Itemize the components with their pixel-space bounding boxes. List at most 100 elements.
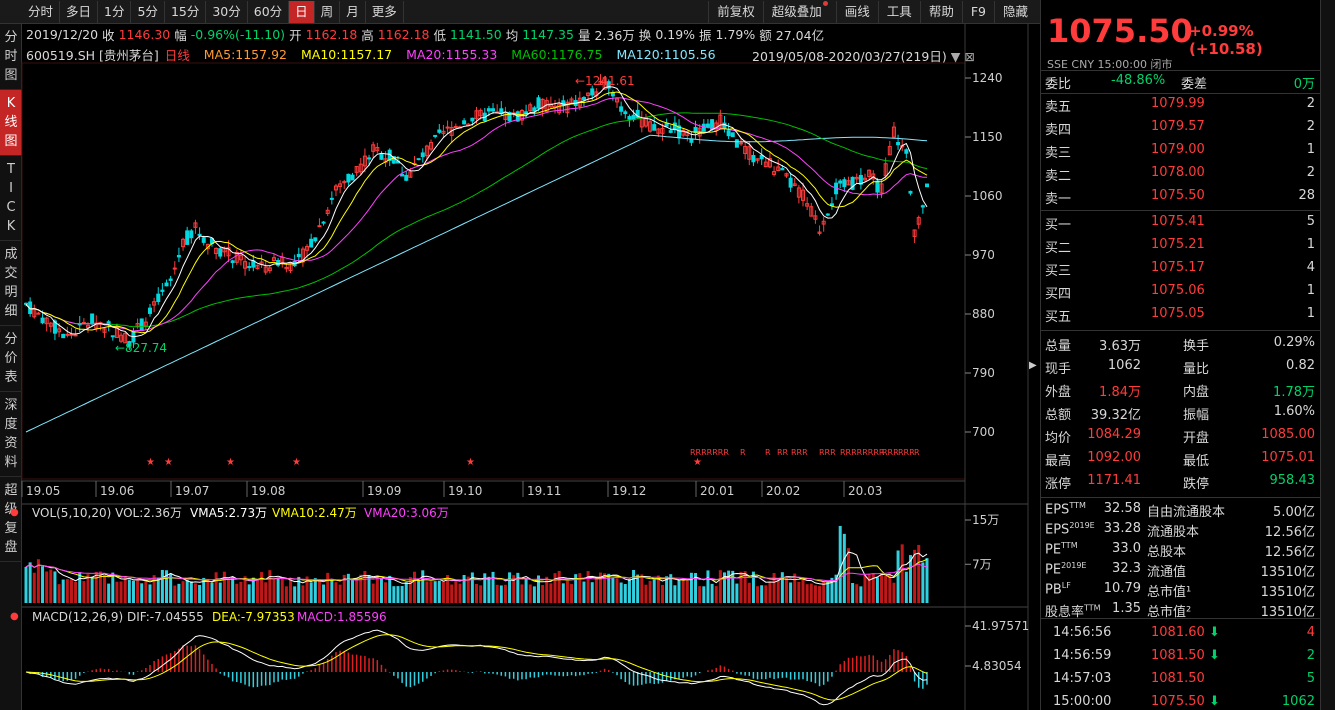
dif-line — [25, 629, 928, 706]
candle-body — [313, 237, 318, 242]
candle-body — [590, 88, 595, 96]
volume-bar — [222, 571, 226, 603]
candle-body — [329, 197, 334, 200]
collapse-panel-icon[interactable]: ▶ — [1029, 360, 1039, 378]
candle-body — [218, 248, 223, 257]
candle-body — [838, 180, 843, 184]
volume-bar — [619, 582, 623, 603]
time-axis-label: 20.02 — [766, 484, 800, 498]
volume-bar — [896, 550, 900, 603]
volume-bar — [735, 583, 739, 603]
volume-bar — [107, 583, 111, 603]
volume-bar — [921, 562, 925, 603]
volume-bar — [334, 582, 338, 603]
candle-body — [491, 108, 496, 112]
price-axis-label: 700 — [972, 425, 995, 439]
volume-bar — [867, 573, 871, 603]
volume-bar — [65, 579, 69, 603]
volume-bar — [181, 581, 185, 603]
volume-bar — [681, 579, 685, 603]
volume-bar — [268, 570, 272, 603]
volume-bar — [24, 566, 28, 603]
volume-bar — [458, 583, 462, 603]
candle-body — [185, 230, 190, 245]
candle-body — [317, 225, 322, 228]
candle-body — [296, 253, 301, 258]
candle-body — [759, 154, 764, 160]
volume-bar — [231, 576, 235, 603]
candle-body — [532, 107, 537, 112]
volume-bar — [322, 584, 326, 603]
volume-bar — [413, 571, 417, 603]
volume-bar — [913, 549, 917, 603]
candle-body — [346, 173, 351, 183]
volume-bar — [590, 582, 594, 603]
volume-bar — [528, 584, 532, 603]
volume-bar — [846, 548, 850, 603]
volume-bar — [541, 585, 545, 603]
volume-bar — [673, 585, 677, 603]
price-axis-label: 1240 — [972, 71, 1003, 85]
kline-chart[interactable]: 1240 1150 1060 970 880 790 700 19.05 19.06 19.07 1… — [0, 0, 1040, 710]
volume-bar — [838, 525, 842, 603]
macd-axis-label: 41.97571 — [972, 619, 1029, 633]
event-star-icon: ★ — [164, 457, 173, 468]
price-axis-label: 1060 — [972, 189, 1003, 203]
volume-bar — [94, 571, 98, 603]
volume-bar — [351, 578, 355, 603]
event-r-marker: RRR — [819, 448, 836, 457]
candle-body — [619, 106, 624, 112]
candle-body — [751, 154, 756, 163]
volume-bar — [627, 579, 631, 603]
volume-bar — [156, 578, 160, 603]
volume-bar — [264, 582, 268, 603]
vma20-label: VMA20:3.06万 — [364, 506, 449, 520]
candle-body — [433, 134, 438, 137]
divider — [1041, 330, 1321, 331]
candle-body — [90, 313, 95, 325]
candle-body — [197, 233, 202, 236]
volume-bar — [235, 583, 239, 603]
volume-bar — [119, 581, 123, 603]
volume-bar — [714, 586, 718, 603]
volume-bar — [499, 585, 503, 603]
event-r-marker: R — [914, 448, 920, 457]
divider — [1041, 618, 1321, 619]
volume-bar — [251, 577, 255, 603]
volume-bar — [173, 585, 177, 603]
stat-row: 总量 3.63万 换手 0.29% — [1045, 335, 1315, 354]
candle-body — [176, 254, 181, 258]
candle-body — [627, 116, 632, 120]
time-axis-label: 19.07 — [175, 484, 209, 498]
volume-bar — [247, 584, 251, 603]
candle-body — [825, 213, 830, 216]
volume-bar — [578, 573, 582, 603]
volume-bar — [330, 580, 334, 603]
candle-body — [65, 333, 70, 336]
price-axis-label: 790 — [972, 366, 995, 380]
volume-bar — [652, 579, 656, 603]
candle-body — [400, 173, 405, 177]
volume-bar — [74, 581, 78, 603]
candle-body — [61, 333, 66, 339]
volume-bar — [805, 584, 809, 603]
volume-bar — [557, 570, 561, 603]
volume-bar — [731, 570, 735, 603]
macd-axis-label: 4.83054 — [972, 659, 1022, 673]
event-r-marker: RR — [777, 448, 789, 457]
volume-bar — [148, 584, 152, 603]
volume-bar — [925, 558, 929, 603]
event-r-marker: RRR — [898, 448, 915, 457]
candle-body — [561, 100, 566, 107]
volume-bar — [450, 584, 454, 603]
volume-bar — [429, 581, 433, 603]
time-axis-label: 19.06 — [100, 484, 134, 498]
right-scrollbar[interactable] — [1320, 0, 1335, 710]
candle-body — [420, 152, 425, 158]
candle-body — [734, 139, 739, 148]
volume-bar — [611, 577, 615, 603]
volume-bar — [503, 584, 507, 603]
bid-row: 买五 1075.05 1 — [1045, 306, 1315, 325]
volume-bar — [260, 572, 264, 603]
price-change: +0.99% (+10.58) — [1189, 22, 1263, 58]
